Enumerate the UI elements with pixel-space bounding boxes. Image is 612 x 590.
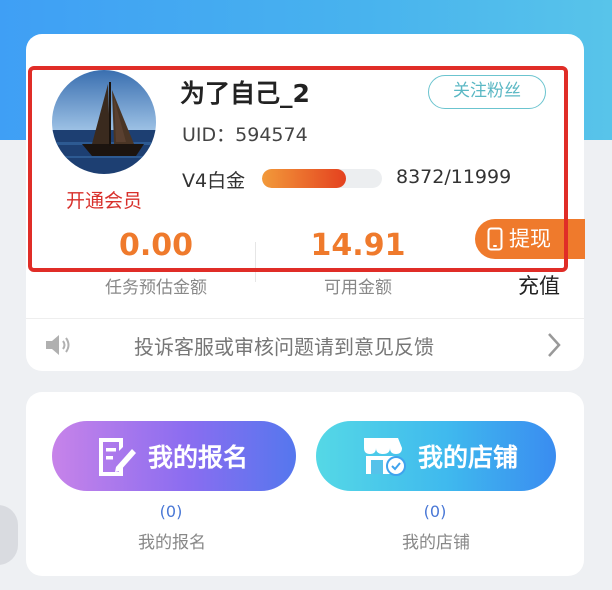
user-id: UID：594574 (182, 120, 308, 147)
follow-fans-button[interactable]: 关注粉丝 (428, 75, 546, 109)
uid-label: UID： (182, 124, 236, 146)
username: 为了自己_2 (180, 79, 310, 108)
estimated-amount: 0.00 (118, 228, 194, 263)
recharge-button[interactable]: 充值 (518, 270, 560, 300)
my-shop-count: (0) (423, 502, 447, 521)
available-amount[interactable]: 14.91 (298, 228, 418, 263)
my-signup-label: 我的报名 (148, 443, 249, 472)
stats-divider (255, 242, 256, 282)
member-level: V4白金 (182, 170, 246, 192)
my-shop-caption[interactable]: 我的店铺 (380, 528, 492, 553)
my-signup-count: (0) (159, 502, 183, 521)
my-shop-label: 我的店铺 (418, 443, 519, 472)
avatar[interactable] (52, 70, 156, 174)
level-progress-text: 8372/11999 (396, 166, 512, 188)
estimated-amount-label: 任务预估金额 (105, 278, 207, 298)
floating-side-button[interactable] (0, 505, 18, 565)
withdraw-label: 提现 (509, 227, 551, 251)
chevron-right-icon (548, 333, 561, 357)
my-signup-caption[interactable]: 我的报名 (116, 528, 228, 553)
phone-icon (487, 227, 503, 251)
notice-bar[interactable]: 投诉客服或审核问题请到意见反馈 (26, 319, 584, 371)
level-progress-fill (262, 169, 346, 188)
notice-text: 投诉客服或审核问题请到意见反馈 (134, 335, 434, 359)
my-shop-button[interactable]: 我的店铺 (316, 421, 556, 491)
storefront-icon (364, 438, 406, 476)
speaker-icon (46, 335, 70, 355)
level-progress-bar (262, 169, 382, 188)
available-amount-label: 可用金额 (324, 278, 392, 298)
uid-value: 594574 (235, 124, 308, 146)
withdraw-button[interactable]: 提现 (475, 219, 585, 259)
my-signup-button[interactable]: 我的报名 (52, 421, 296, 491)
edit-document-icon (99, 438, 136, 476)
open-vip-link[interactable]: 开通会员 (58, 186, 150, 213)
